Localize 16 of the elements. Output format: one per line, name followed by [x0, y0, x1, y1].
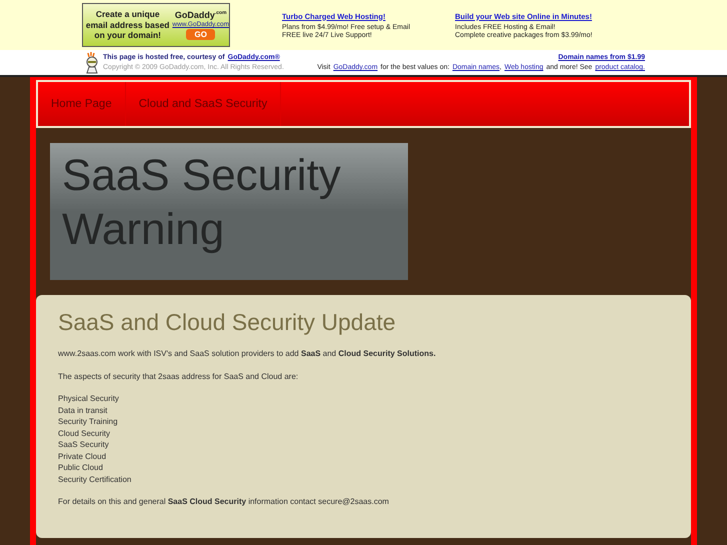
list-item: Data in transit: [58, 404, 108, 416]
list-item: Security Training: [58, 416, 119, 428]
logo: GoDaddy$^{.com}$: [174, 10, 227, 20]
paragraph: For details on this and general SaaS Cloud Security information contact secure@2saas.com: [58, 496, 390, 508]
list-item: Physical Security: [58, 393, 120, 404]
list-item: Public Cloud: [58, 462, 104, 474]
ad-text: Create a unique email address based on your domain!: [85, 9, 170, 41]
paragraph: The aspects of security that 2saas address for SaaS and Cloud are:: [58, 370, 300, 382]
header-title: SaaS Security Warning: [62, 150, 342, 256]
list-item: SaaS Security: [58, 439, 110, 450]
content-title: SaaS and Cloud Security Update: [58, 309, 397, 336]
mascot-icon: [84, 52, 100, 74]
list-item: Cloud Security: [58, 428, 112, 439]
paragraph: www.2saas.com work with ISV's and SaaS solution providers to add SaaS and Cloud Security Solutions.: [58, 348, 437, 360]
list-item: Security Certification: [58, 474, 132, 485]
list-item: Private Cloud: [58, 450, 108, 462]
